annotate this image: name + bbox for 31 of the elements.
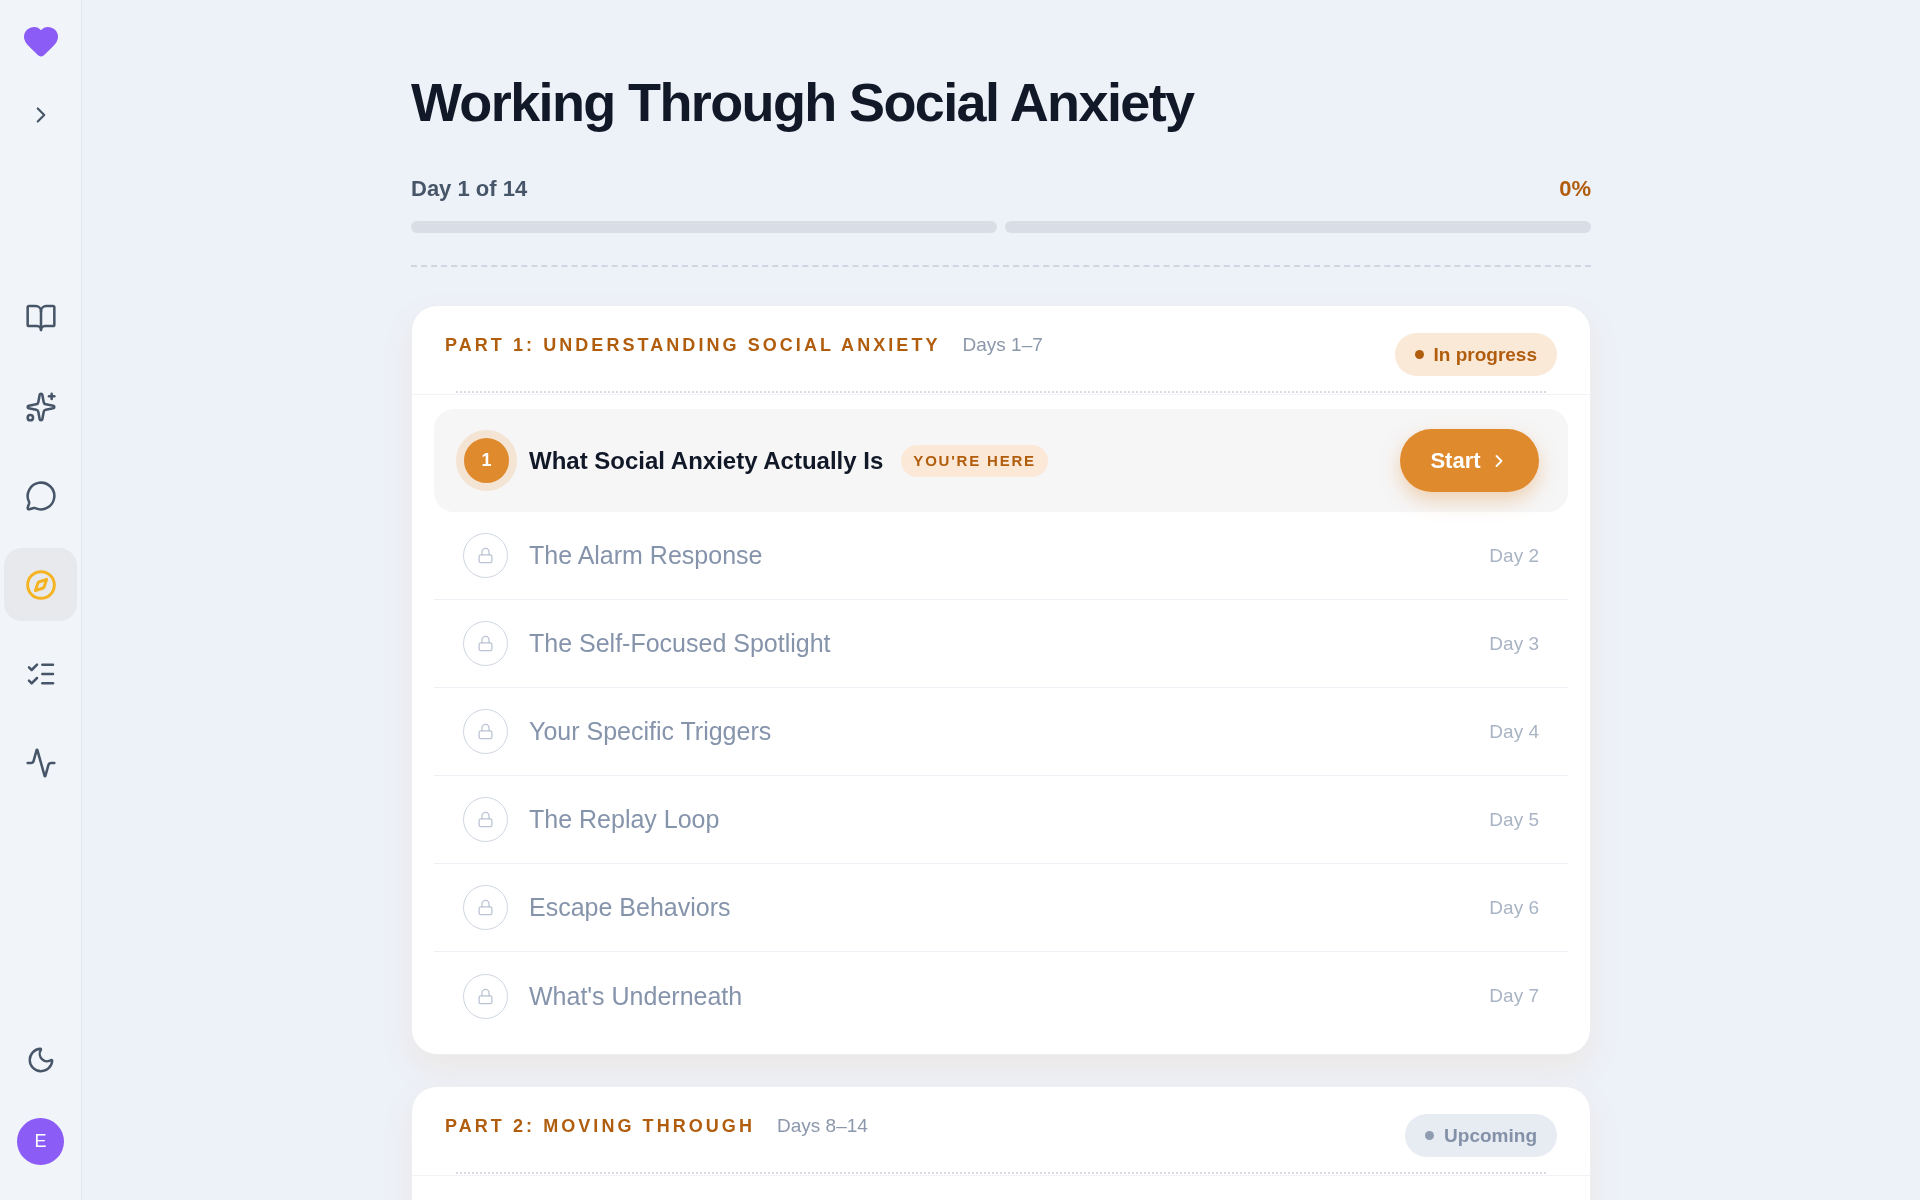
lesson-day: Day 4 — [1489, 717, 1539, 747]
lesson-title: What Social Anxiety Actually Is — [529, 445, 884, 476]
lesson-day: Day 7 — [1489, 982, 1539, 1011]
step-number: 1 — [456, 430, 517, 492]
compass-icon — [24, 568, 57, 601]
lesson-day: Day 6 — [1489, 893, 1539, 923]
day-counter: Day 1 of 14 — [411, 175, 528, 204]
lesson-title: The Replay Loop — [529, 804, 720, 836]
part-title: PART 2: MOVING THROUGH — [445, 1115, 755, 1139]
lesson-title: Escape Behaviors — [529, 892, 731, 924]
lesson-day: Day 3 — [1489, 629, 1539, 659]
part-days: Days 1–7 — [962, 331, 1043, 360]
lesson-day: Day 5 — [1489, 805, 1539, 835]
part-days: Days 8–14 — [777, 1112, 868, 1141]
current-lesson-row[interactable]: 1 What Social Anxiety Actually Is YOU'RE HERE Start — [434, 409, 1568, 513]
user-avatar[interactable]: E — [17, 1118, 64, 1165]
lesson-title: Your Specific Triggers — [529, 716, 772, 748]
lesson-title: What's Underneath — [529, 980, 743, 1012]
lesson-title: The Self-Focused Spotlight — [529, 628, 831, 660]
lesson-day: Day 2 — [1489, 541, 1539, 571]
pulse-line-icon — [24, 746, 57, 779]
you-are-here-tag: YOU'RE HERE — [901, 444, 1048, 477]
sparkles-icon — [24, 390, 57, 423]
status-label: Upcoming — [1444, 1123, 1537, 1148]
status-label: In progress — [1433, 342, 1537, 367]
chat-bubble-icon — [24, 479, 57, 512]
progress-percent: 0% — [1559, 175, 1591, 204]
start-button[interactable]: Start — [1400, 429, 1539, 493]
page-title: Working Through Social Anxiety — [411, 73, 1196, 133]
part-title: PART 1: UNDERSTANDING SOCIAL ANXIETY — [445, 334, 941, 358]
lesson-title: The Alarm Response — [529, 540, 763, 572]
